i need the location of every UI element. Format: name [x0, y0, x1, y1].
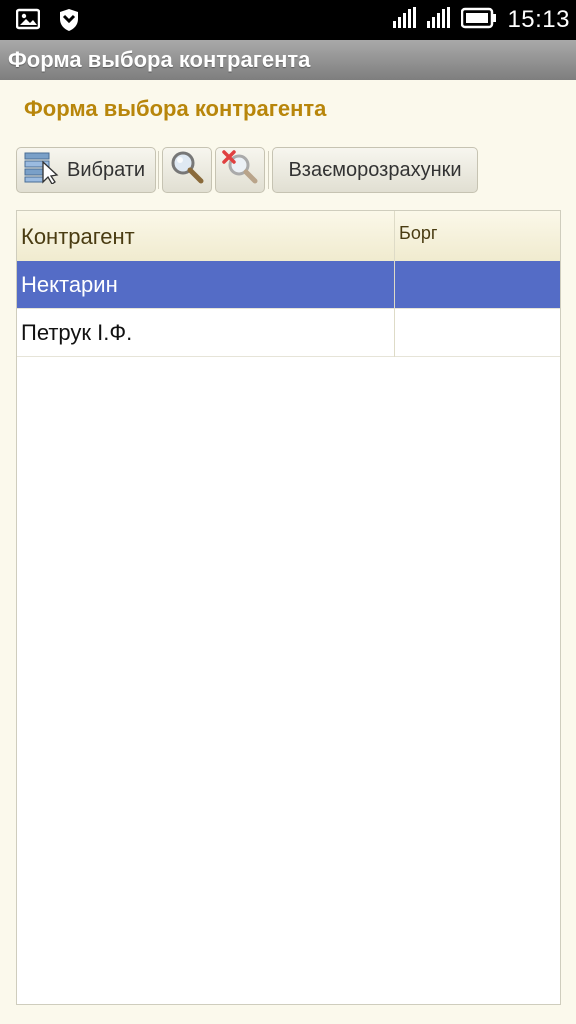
app-bar: Форма выбора контрагента	[0, 40, 576, 80]
column-header-counterparty[interactable]: Контрагент	[21, 224, 135, 250]
search-icon	[169, 149, 205, 191]
select-list-icon	[23, 150, 61, 190]
settlements-button[interactable]: Взаєморозрахунки	[272, 147, 478, 193]
cell-debt	[394, 309, 395, 357]
table-row[interactable]: Петрук І.Ф.	[17, 309, 560, 357]
toolbar-separator	[158, 151, 159, 189]
clock: 15:13	[507, 6, 570, 33]
signal-icon	[393, 6, 417, 34]
cell-debt	[394, 261, 395, 309]
form-title: Форма выбора контрагента	[24, 96, 327, 121]
notification-icons	[15, 8, 80, 37]
clear-search-icon	[221, 149, 259, 191]
shield-icon	[58, 8, 80, 37]
cell-counterparty: Петрук І.Ф.	[21, 320, 133, 345]
toolbar-separator-2	[268, 151, 269, 189]
column-divider	[394, 211, 395, 261]
settlements-button-label: Взаєморозрахунки	[288, 158, 462, 181]
image-notification-icon	[15, 8, 41, 37]
app-bar-title: Форма выбора контрагента	[8, 47, 311, 72]
table-row-selected[interactable]: Нектарин	[17, 261, 560, 309]
column-header-debt[interactable]: Борг	[399, 223, 437, 244]
counterparty-table: Контрагент Борг Нектарин Петрук І.Ф.	[16, 210, 561, 1005]
battery-icon	[461, 7, 497, 34]
select-button-label: Вибрати	[67, 158, 146, 181]
table-header: Контрагент Борг	[17, 211, 560, 262]
select-button[interactable]: Вибрати	[16, 147, 156, 193]
signal-icon-2	[427, 6, 451, 34]
clear-search-button[interactable]	[215, 147, 265, 193]
status-bar: 15:13	[0, 0, 576, 40]
search-button[interactable]	[162, 147, 212, 193]
cell-counterparty: Нектарин	[21, 272, 118, 297]
